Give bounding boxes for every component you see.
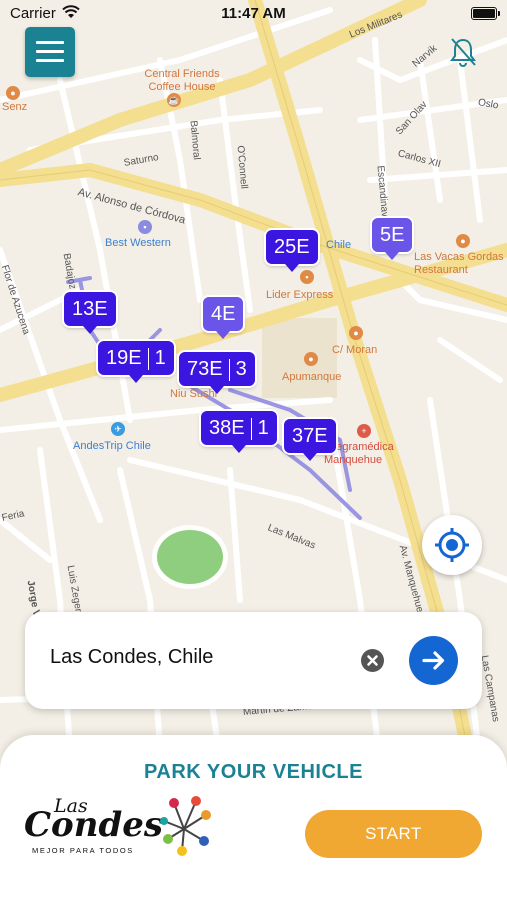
logo-text-main: Condes [24,805,164,845]
hotel-icon: ▪ [138,220,152,234]
marker-divider [147,347,149,370]
poi-central-friends[interactable]: Central Friends Coffee House [132,68,232,94]
restaurant-icon: ● [6,86,20,100]
battery-icon [471,7,500,20]
las-condes-logo: Las Condes MEJOR PARA TODOS [24,795,224,865]
search-input[interactable] [50,646,350,669]
hospital-icon: + [357,424,371,438]
start-button[interactable]: START [305,810,482,858]
parking-marker-4e[interactable]: 4E [203,297,244,339]
arrow-right-icon [422,651,445,670]
poi-c-moran[interactable]: C/ Moran [332,344,377,357]
poi-andestrip[interactable]: AndesTrip Chile [73,440,151,453]
marker-divider [250,417,252,440]
marker-count: 1 [154,347,166,369]
restaurant-icon: ● [304,352,318,366]
clear-icon [367,655,378,666]
parking-marker-25e[interactable]: 25E [266,230,318,272]
poi-label: Las Vacas Gordas Restaurant [414,251,504,276]
parking-marker-37e[interactable]: 37E [284,419,336,461]
marker-divider [228,358,230,381]
locate-button[interactable] [422,515,482,575]
marker-label: 38E [209,417,245,439]
marker-label: 25E [274,236,310,258]
parking-marker-73e[interactable]: 73E 3 [179,352,255,394]
logo-tagline: MEJOR PARA TODOS [32,846,134,855]
restaurant-icon: ● [456,234,470,248]
marker-label: 19E [106,347,142,369]
marker-count: 1 [257,417,269,439]
clear-button[interactable] [361,649,384,672]
travel-icon: ✈ [111,422,125,436]
poi-senz[interactable]: Senz [2,101,27,114]
parking-marker-19e[interactable]: 19E 1 [98,341,174,383]
go-button[interactable] [409,636,458,685]
logo-mark-icon [160,796,211,856]
menu-button[interactable] [25,27,75,77]
poi-best-western[interactable]: Best Western [105,237,171,250]
poi-apumanque[interactable]: Apumanque [282,371,341,384]
parking-marker-5e[interactable]: 5E [372,218,413,260]
sheet-title: PARK YOUR VEHICLE [144,761,363,783]
marker-label: 37E [292,425,328,447]
parking-marker-38e[interactable]: 38E 1 [201,411,277,453]
marker-label: 73E [187,358,223,380]
locate-icon [435,528,469,562]
poi-lider-express[interactable]: Lider Express [266,289,333,302]
poi-las-vacas-gordas[interactable]: Las Vacas Gordas Restaurant [414,251,504,277]
marker-label: 5E [380,224,405,246]
restaurant-icon: ● [349,326,363,340]
marker-label: 4E [211,303,236,325]
clock: 11:47 AM [221,5,286,22]
search-box [25,612,482,709]
cafe-icon: ☕ [167,93,181,107]
status-bar: Carrier 11:47 AM [0,0,507,28]
poi-chile[interactable]: Chile [326,239,351,252]
parking-marker-13e[interactable]: 13E [64,292,116,334]
marker-count: 3 [235,358,247,380]
poi-label: Central Friends Coffee House [144,68,220,93]
shop-icon: ▪ [300,270,314,284]
bell-off-icon[interactable] [448,36,478,68]
marker-label: 13E [72,298,108,320]
bottom-sheet: PARK YOUR VEHICLE Las Condes MEJOR PARA … [0,735,507,900]
